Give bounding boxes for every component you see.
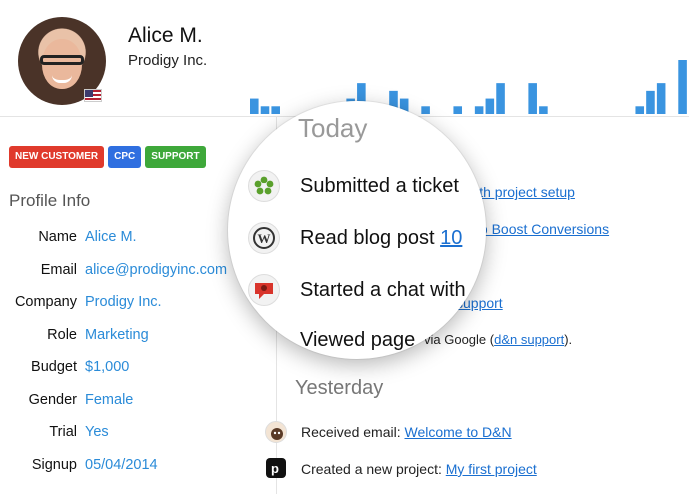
blog-post-link[interactable]: to Boost Conversions: [476, 221, 609, 237]
tag-support[interactable]: SUPPORT: [145, 146, 206, 168]
field-value[interactable]: Alice M.: [85, 229, 137, 245]
lens-row-text: Viewed page: [300, 329, 416, 351]
tag-cpc[interactable]: CPC: [108, 146, 142, 168]
field-label: Company: [14, 294, 77, 310]
activity-bar: [528, 83, 537, 114]
lens-row-pageview: Viewed page: [300, 329, 415, 352]
pinterest-icon: p: [266, 458, 286, 478]
lens-content: Today Submitted a ticket W Read blog pos…: [228, 101, 486, 359]
field-label: Budget: [31, 359, 77, 375]
magnifier-lens: Today Submitted a ticket W Read blog pos…: [228, 101, 486, 359]
lens-row-chat: Started a chat with: [300, 279, 466, 302]
svg-text:W: W: [258, 231, 271, 246]
activity-bar: [635, 106, 645, 114]
svg-text:p: p: [271, 461, 279, 476]
wordpress-icon: W: [248, 222, 280, 254]
chat-icon: [248, 274, 280, 306]
zendesk-icon: [248, 170, 280, 202]
field-label: Gender: [28, 392, 77, 408]
field-label: Name: [38, 229, 77, 245]
field-signup: Signup 05/04/2014: [0, 457, 276, 479]
lens-blog-link[interactable]: 10: [440, 227, 462, 249]
feed-item-email: Received email: Welcome to D&N: [301, 424, 512, 440]
yesterday-heading: Yesterday: [295, 377, 384, 399]
activity-bar: [485, 98, 495, 114]
lens-row-text: Read blog post: [300, 227, 441, 249]
field-value[interactable]: Prodigy Inc.: [85, 294, 162, 310]
field-value[interactable]: alice@prodigyinc.com: [85, 262, 227, 278]
lens-row-ticket: Submitted a ticket: [300, 175, 459, 198]
customer-name: Alice M.: [128, 24, 203, 47]
feed-item-text: Created a new project:: [301, 461, 446, 477]
pageview-suffix: ).: [564, 332, 573, 347]
customer-company: Prodigy Inc.: [128, 52, 208, 69]
tag-new-customer[interactable]: NEW CUSTOMER: [9, 146, 105, 168]
field-value[interactable]: $1,000: [85, 359, 129, 375]
field-budget: Budget $1,000: [0, 359, 276, 381]
lens-row-text: Started a chat with: [300, 279, 466, 301]
field-label: Signup: [31, 457, 77, 473]
field-value[interactable]: Marketing: [85, 327, 149, 343]
field-trial: Trial Yes: [0, 424, 276, 446]
profile-info-heading: Profile Info: [9, 191, 91, 210]
field-value[interactable]: Female: [85, 392, 133, 408]
project-link[interactable]: My first project: [446, 461, 537, 477]
feed-item-project: Created a new project: My first project: [301, 461, 537, 477]
activity-bar: [656, 83, 666, 114]
field-label: Email: [40, 262, 77, 278]
field-gender: Gender Female: [0, 392, 276, 414]
feed-item-text: Received email:: [301, 424, 405, 440]
tag-list: NEW CUSTOMER CPC SUPPORT: [9, 146, 206, 168]
field-label: Role: [47, 327, 77, 343]
mailchimp-icon: [265, 421, 287, 443]
feed-blog-tail: to Boost Conversions: [476, 221, 609, 237]
activity-bar: [539, 106, 548, 114]
activity-bar: [496, 83, 505, 114]
lens-row-text: Submitted a ticket: [300, 175, 459, 197]
avatar-glasses: [40, 55, 84, 65]
field-value[interactable]: Yes: [85, 424, 109, 440]
lens-row-blog: Read blog post 10: [300, 227, 462, 250]
activity-bar: [678, 60, 687, 114]
email-link[interactable]: Welcome to D&N: [405, 424, 512, 440]
lens-today-heading: Today: [298, 113, 368, 143]
field-value[interactable]: 05/04/2014: [85, 457, 158, 473]
activity-bar: [646, 90, 655, 114]
field-label: Trial: [49, 424, 77, 440]
us-flag-icon: [84, 89, 102, 102]
pageview-link[interactable]: d&n support: [494, 332, 564, 347]
